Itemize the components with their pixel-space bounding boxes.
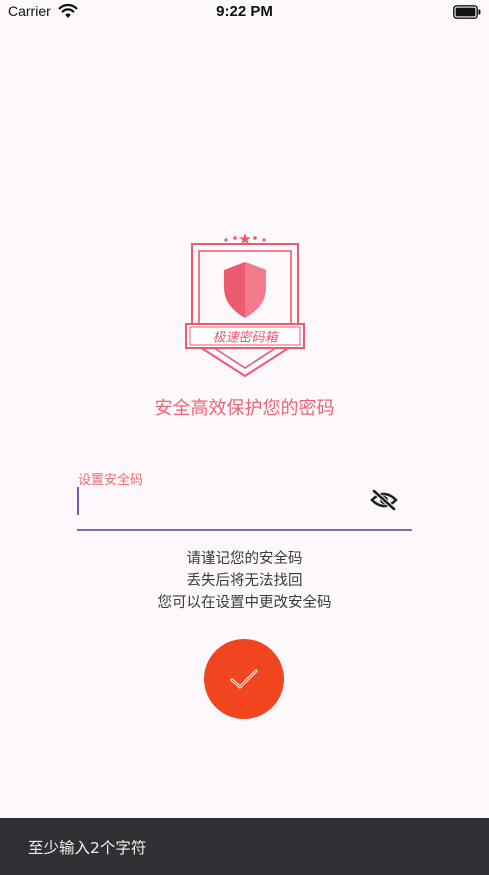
check-icon	[230, 669, 258, 689]
security-code-field[interactable]	[77, 485, 412, 531]
hint-line: 请谨记您的安全码	[186, 551, 303, 567]
logo-name: 极速密码箱	[212, 330, 279, 346]
text-cursor	[77, 487, 79, 515]
eye-off-icon[interactable]	[370, 489, 398, 511]
hint-line: 您可以在设置中更改安全码	[157, 595, 332, 611]
snackbar: 至少输入2个字符	[0, 818, 489, 875]
app-logo-badge: 极速密码箱	[185, 233, 305, 378]
security-hints: 请谨记您的安全码 丢失后将无法找回 您可以在设置中更改安全码	[0, 548, 489, 614]
confirm-button[interactable]	[204, 639, 284, 719]
battery-icon	[453, 5, 481, 19]
shield-icon	[224, 262, 266, 318]
security-code-input[interactable]	[83, 485, 367, 521]
hint-line: 丢失后将无法找回	[186, 573, 303, 589]
clock: 9:22 PM	[216, 3, 273, 20]
slogan-text: 安全高效保护您的密码	[154, 398, 335, 419]
star-icons	[224, 233, 266, 244]
snackbar-message: 至少输入2个字符	[28, 839, 147, 857]
status-bar: Carrier 9:22 PM	[0, 0, 489, 26]
